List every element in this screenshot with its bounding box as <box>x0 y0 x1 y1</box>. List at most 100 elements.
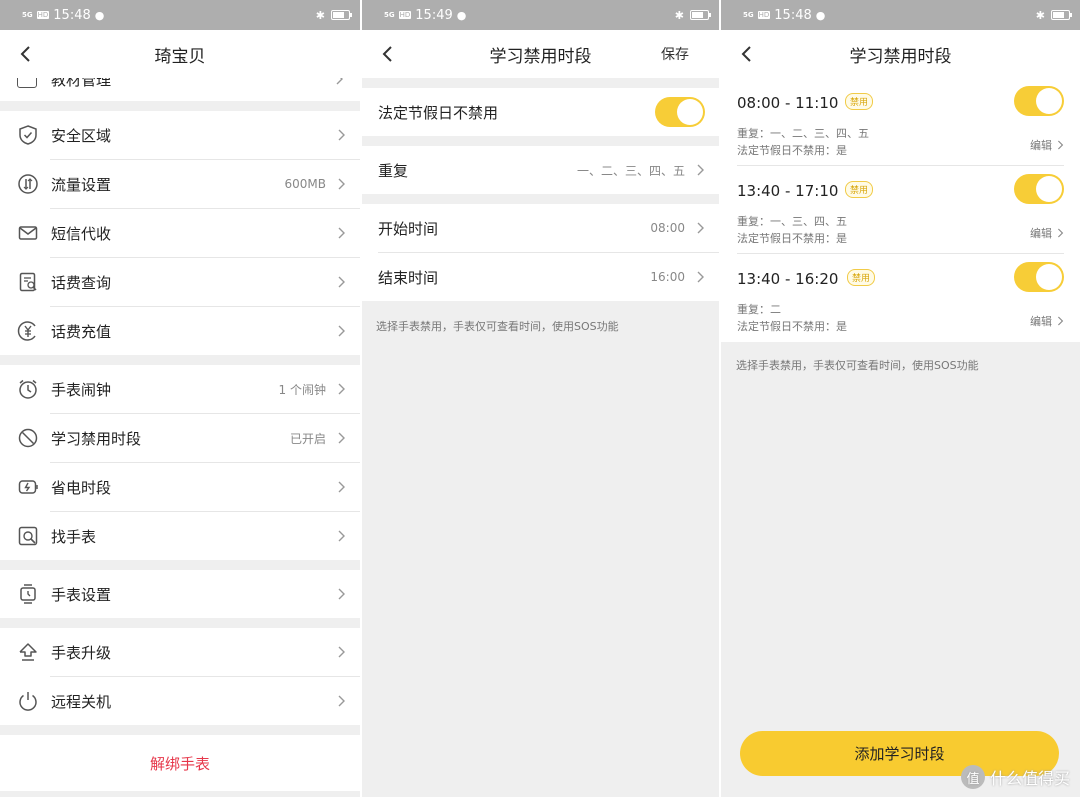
period-time: 08:00 - 11:10 <box>737 94 839 112</box>
menu-item-label: 短信代收 <box>51 224 112 243</box>
menu-item-label: 安全区域 <box>51 126 112 145</box>
status-bar: 5G HD 15:48 ● ✱ <box>0 0 360 30</box>
period-time: 13:40 - 16:20 <box>737 270 839 288</box>
repeat-row[interactable]: 重复 一、二、三、四、五 <box>362 146 719 194</box>
menu-item-label: 话费查询 <box>51 273 112 292</box>
watermark-logo-icon: 值 <box>960 765 985 789</box>
chevron-right-icon <box>338 178 345 190</box>
unbind-watch-button[interactable]: 解绑手表 <box>0 735 360 791</box>
yuan-coin-icon <box>17 321 36 341</box>
battery-icon <box>1051 10 1072 20</box>
menu-item-value: 1 个闹钟 <box>278 382 326 397</box>
menu-item-sms[interactable]: 短信代收 <box>0 209 360 257</box>
period-item: 08:00 - 11:10 禁用 重复：一、二、三、四、五 法定节假日不禁用：是… <box>737 78 1064 166</box>
menu-item-study-disable[interactable]: 学习禁用时段 已开启 <box>0 414 360 462</box>
chevron-right-icon <box>338 588 345 600</box>
holiday-exempt-toggle[interactable] <box>655 97 705 127</box>
menu-item-upgrade[interactable]: 手表升级 <box>0 628 360 676</box>
menu-item-value: 600MB <box>284 177 327 191</box>
end-time-label: 结束时间 <box>378 268 439 287</box>
menu-item-label: 省电时段 <box>51 478 112 497</box>
menu-item-remote-shutdown[interactable]: 远程关机 <box>0 677 360 725</box>
nav-bar: 琦宝贝 <box>0 30 360 78</box>
menu-item-alarm[interactable]: 手表闹钟 1 个闹钟 <box>0 365 360 413</box>
repeat-value: 一、二、三、四、五 <box>576 163 685 178</box>
menu-item-find-watch[interactable]: 找手表 <box>0 512 360 560</box>
battery-icon <box>331 10 352 20</box>
nav-bar: 学习禁用时段 保存 <box>362 30 719 78</box>
disabled-badge: 禁用 <box>845 93 874 110</box>
period-repeat: 重复：一、三、四、五 <box>737 215 847 228</box>
chevron-right-icon <box>338 695 345 707</box>
menu-item-label: 学习禁用时段 <box>51 429 142 448</box>
menu-item-label: 远程关机 <box>51 692 112 711</box>
status-time: 15:48 <box>53 7 91 23</box>
edit-button[interactable]: 编辑 <box>1030 137 1064 153</box>
hint-text: 选择手表禁用，手表仅可查看时间，使用SOS功能 <box>736 359 979 372</box>
repeat-label: 重复 <box>378 161 409 180</box>
menu-item-safe-zone[interactable]: 安全区域 <box>0 111 360 159</box>
period-holiday: 法定节假日不禁用：是 <box>737 232 847 245</box>
start-time-row[interactable]: 开始时间 08:00 <box>362 204 719 252</box>
status-time: 15:49 <box>415 7 453 23</box>
watch-settings-icon <box>20 584 36 604</box>
back-arrow-icon[interactable] <box>378 42 398 66</box>
period-toggle[interactable] <box>1014 174 1064 204</box>
menu-item-watch-settings[interactable]: 手表设置 <box>0 570 360 618</box>
textbook-icon <box>17 78 37 88</box>
period-toggle[interactable] <box>1014 86 1064 116</box>
edit-button[interactable]: 编辑 <box>1030 225 1064 241</box>
chat-icon: ● <box>815 8 826 22</box>
menu-item-label: 手表升级 <box>51 643 112 662</box>
watermark: 值 什么值得买 <box>960 765 1070 789</box>
page-title: 琦宝贝 <box>154 46 206 67</box>
chevron-right-icon <box>338 530 345 542</box>
start-time-label: 开始时间 <box>378 219 439 238</box>
period-repeat: 重复：一、二、三、四、五 <box>737 127 869 140</box>
shield-icon <box>19 125 37 145</box>
chevron-right-icon <box>338 129 345 141</box>
signal-indicator: 5G <box>22 10 33 19</box>
edit-button[interactable]: 编辑 <box>1030 313 1064 329</box>
repeat-group: 重复 一、二、三、四、五 <box>362 146 719 194</box>
upgrade-icon <box>19 643 37 661</box>
menu-item-bill-query[interactable]: 话费查询 <box>0 258 360 306</box>
chevron-right-icon <box>338 383 345 395</box>
chevron-right-icon <box>338 432 345 444</box>
signal-indicator: 5G <box>743 10 754 19</box>
end-time-row[interactable]: 结束时间 16:00 <box>362 253 719 301</box>
chevron-right-icon <box>697 164 704 176</box>
chat-icon: ● <box>94 8 105 22</box>
menu-item-recharge[interactable]: 话费充值 <box>0 307 360 355</box>
envelope-icon <box>18 226 38 240</box>
hd-indicator: HD <box>36 11 50 19</box>
disabled-badge: 禁用 <box>845 181 874 198</box>
menu-item-data-settings[interactable]: 流量设置 600MB <box>0 160 360 208</box>
period-toggle[interactable] <box>1014 262 1064 292</box>
menu-item-label: 手表设置 <box>51 585 112 604</box>
partial-list-item[interactable]: 教材管理 <box>0 78 360 101</box>
period-list: 08:00 - 11:10 禁用 重复：一、二、三、四、五 法定节假日不禁用：是… <box>721 78 1080 342</box>
menu-item-power-saving[interactable]: 省电时段 <box>0 463 360 511</box>
data-flow-icon <box>18 174 38 194</box>
save-button[interactable]: 保存 <box>661 44 689 64</box>
menu-item-label: 找手表 <box>51 527 97 546</box>
menu-item-value: 已开启 <box>289 431 326 446</box>
alarm-clock-icon <box>19 379 37 399</box>
back-arrow-icon[interactable] <box>16 42 36 66</box>
status-bar: 5G HD 15:49 ● ✱ <box>362 0 719 30</box>
holiday-exempt-row: 法定节假日不禁用 <box>362 88 719 136</box>
settings-group-1: 安全区域 流量设置 600MB 短信代收 话费查询 话费充值 <box>0 111 360 355</box>
menu-item-label: 话费充值 <box>51 322 112 341</box>
chevron-right-icon <box>338 227 345 239</box>
bluetooth-icon: ✱ <box>674 8 684 22</box>
hd-indicator: HD <box>757 11 771 19</box>
chevron-right-icon <box>1058 228 1064 238</box>
chevron-right-icon <box>338 325 345 337</box>
back-arrow-icon[interactable] <box>737 42 757 66</box>
chevron-right-icon <box>1058 316 1064 326</box>
study-disable-edit-screen: 5G HD 15:49 ● ✱ 学习禁用时段 保存 法定节假日不禁用 重复 一、… <box>362 0 719 797</box>
